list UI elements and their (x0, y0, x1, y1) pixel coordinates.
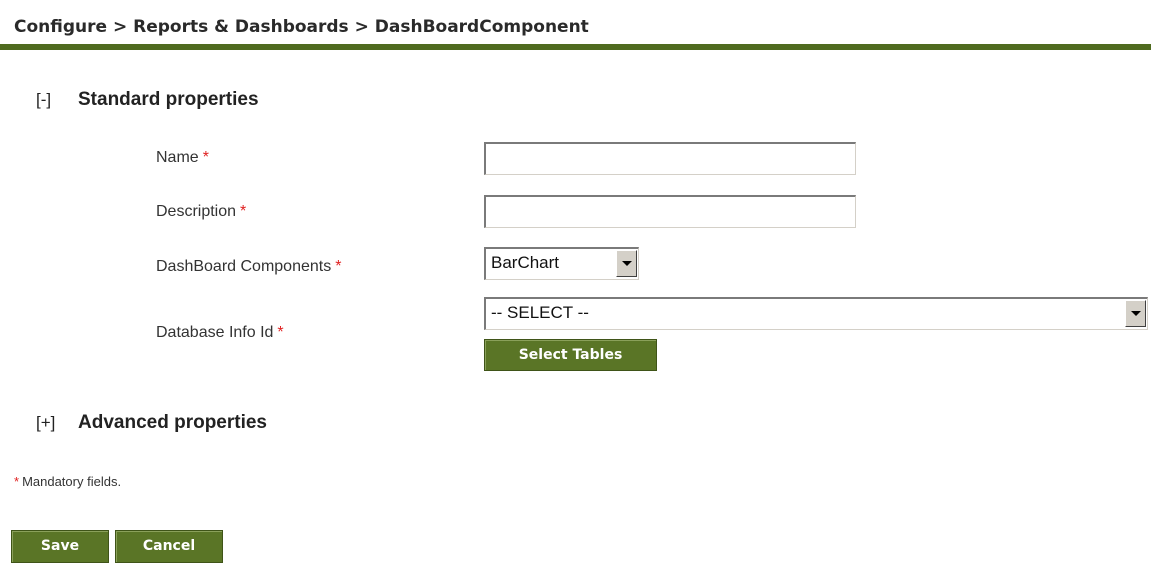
breadcrumb: Configure > Reports & Dashboards > DashB… (14, 17, 589, 37)
dashboard-components-label-text: DashBoard Components (156, 258, 332, 275)
cancel-button[interactable]: Cancel (115, 530, 223, 563)
database-info-id-select[interactable]: -- SELECT -- (484, 297, 1148, 330)
database-info-id-label: Database Info Id * (156, 324, 284, 342)
dropdown-button[interactable] (616, 250, 637, 277)
standard-properties-header[interactable]: [-] Standard properties (36, 89, 259, 111)
expand-toggle[interactable]: [+] (36, 413, 78, 433)
description-label: Description * (156, 203, 246, 221)
chevron-down-icon (1131, 311, 1141, 316)
required-asterisk: * (202, 149, 209, 166)
dashboard-components-select[interactable]: BarChart (484, 247, 639, 280)
mandatory-note-text: Mandatory fields. (22, 474, 122, 489)
dashboard-components-selected-value: BarChart (491, 253, 560, 272)
dashboard-components-label: DashBoard Components * (156, 258, 341, 276)
mandatory-fields-note: * Mandatory fields. (14, 474, 121, 489)
required-asterisk: * (240, 203, 247, 220)
advanced-properties-title: Advanced properties (78, 412, 267, 433)
save-button[interactable]: Save (11, 530, 109, 563)
collapse-toggle[interactable]: [-] (36, 90, 78, 110)
description-input[interactable] (484, 195, 856, 228)
chevron-down-icon (622, 261, 632, 266)
breadcrumb-bar: Configure > Reports & Dashboards > DashB… (0, 0, 1151, 50)
required-asterisk: * (335, 258, 342, 275)
advanced-properties-header[interactable]: [+] Advanced properties (36, 412, 267, 434)
required-asterisk: * (14, 474, 20, 489)
standard-properties-title: Standard properties (78, 89, 259, 110)
description-label-text: Description (156, 203, 237, 220)
dropdown-button[interactable] (1125, 300, 1146, 327)
name-input[interactable] (484, 142, 856, 175)
name-label-text: Name (156, 149, 199, 166)
select-tables-button[interactable]: Select Tables (484, 339, 657, 371)
name-label: Name * (156, 149, 209, 167)
database-info-id-selected-value: -- SELECT -- (491, 303, 589, 322)
database-info-id-label-text: Database Info Id (156, 324, 274, 341)
required-asterisk: * (277, 324, 284, 341)
dashboard-component-form-page: Configure > Reports & Dashboards > DashB… (0, 0, 1151, 573)
